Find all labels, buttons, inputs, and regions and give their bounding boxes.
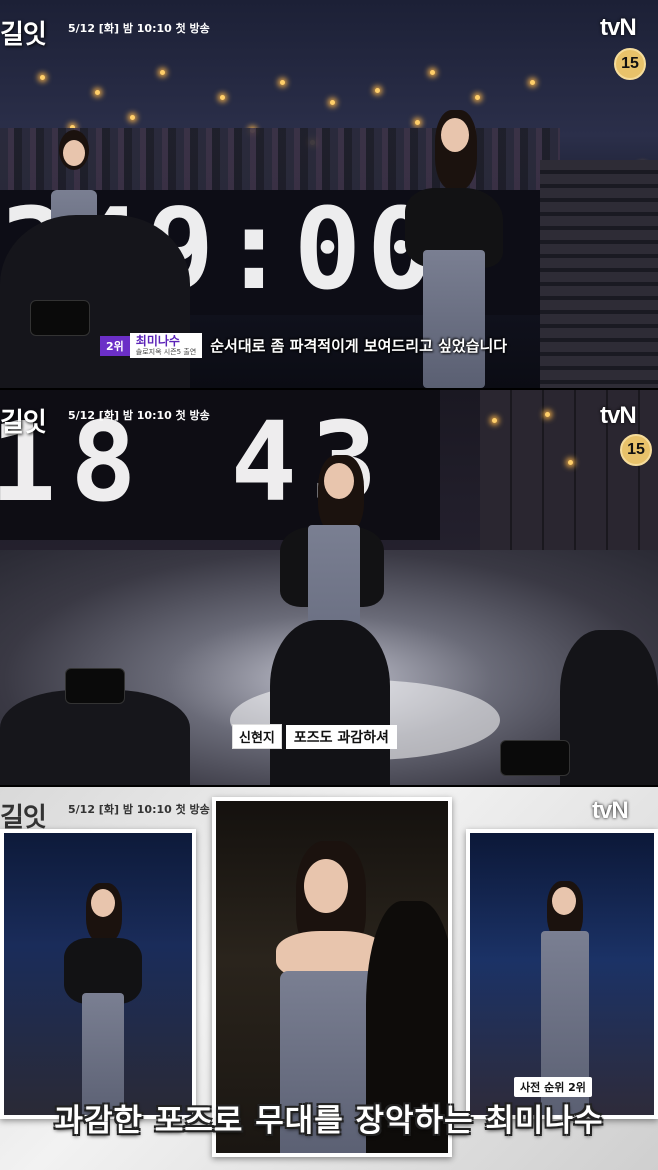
video-frame-3: 길잇 5/12 [화] 밤 10:10 첫 방송 tvN 15 사전 순위 2위… xyxy=(0,787,658,1170)
camera-icon xyxy=(65,668,125,704)
age-rating-badge: 15 xyxy=(614,48,646,80)
photographer xyxy=(0,690,190,785)
channel-logo: tvN xyxy=(600,14,637,41)
air-date: 5/12 [화] 밤 10:10 첫 방송 xyxy=(68,22,210,35)
show-logo: 길잇 xyxy=(0,20,47,50)
air-date: 5/12 [화] 밤 10:10 첫 방송 xyxy=(68,409,210,422)
contestant-subtitle: 솔로지옥 시즌5 출연 xyxy=(135,348,197,356)
stairs xyxy=(540,160,658,388)
rank-badge: 2위 xyxy=(100,335,130,356)
channel-logo: tvN xyxy=(592,797,629,824)
subtitle-text: 순서대로 좀 파격적이게 보여드리고 싶었습니다 xyxy=(210,337,508,355)
video-frame-1: 349:00 길잇 5/12 [화] 밤 10:10 첫 방송 tvN 15 2… xyxy=(0,0,658,388)
caption-text: 과감한 포즈로 무대를 장악하는 최미나수 xyxy=(54,1103,604,1139)
contestant-name-tag: 2위 최미나수 솔로지옥 시즌5 출연 순서대로 좀 파격적이게 보여드리고 싶… xyxy=(100,333,507,358)
contestant-name: 최미나수 xyxy=(135,334,180,348)
photographer xyxy=(560,630,658,785)
age-rating-badge: 15 xyxy=(620,434,652,466)
photographer xyxy=(0,215,190,388)
show-logo: 길잇 xyxy=(0,408,47,438)
air-date: 5/12 [화] 밤 10:10 첫 방송 xyxy=(68,803,210,816)
contestant-name: 신현지 xyxy=(232,724,282,749)
photo-card-left xyxy=(0,829,196,1119)
camera-icon xyxy=(500,740,570,776)
subtitle-text: 포즈도 과감하셔 xyxy=(285,724,397,749)
video-frame-2: 18 43 길잇 5/12 [화] 밤 10:10 첫 방송 tvN 15 신현… xyxy=(0,390,658,785)
rank-badge: 사전 순위 2위 xyxy=(514,1077,592,1097)
channel-logo: tvN xyxy=(600,402,637,429)
contestant-name-tag: 신현지 포즈도 과감하셔 xyxy=(232,724,397,749)
photo-card-right: 사전 순위 2위 xyxy=(466,829,658,1119)
camera-icon xyxy=(30,300,90,336)
photographer xyxy=(270,620,390,785)
